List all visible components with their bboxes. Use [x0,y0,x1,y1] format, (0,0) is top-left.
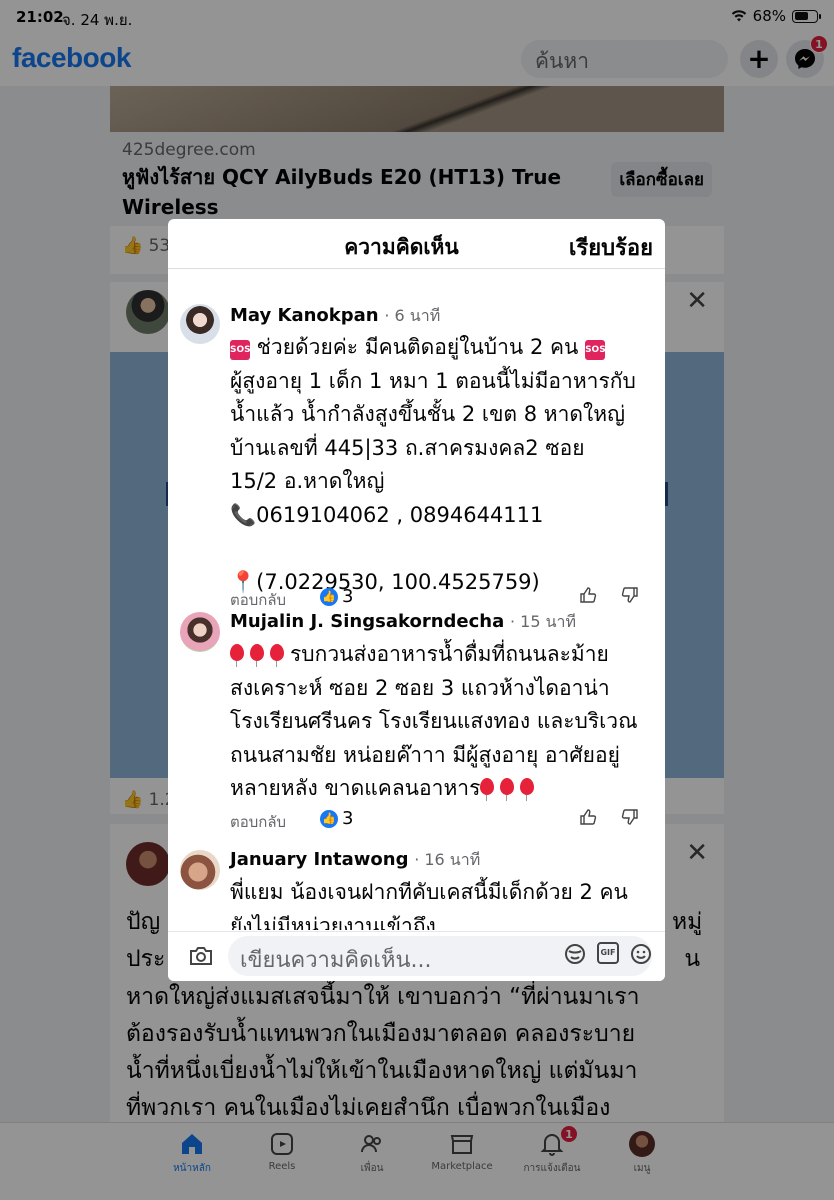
comment-like-count: 👍 3 [320,586,353,607]
modal-header: ความคิดเห็น เรียบร้อย [168,219,665,269]
thumbs-up-icon[interactable] [579,586,597,604]
commenter-name[interactable]: May Kanokpan [230,305,379,326]
balloon-icon [480,778,495,801]
reply-button[interactable]: ตอบกลับ [230,588,286,612]
comment-list[interactable]: May Kanokpan · 6 นาที SOS ช่วยด้วยค่ะ มี… [168,270,665,930]
sos-icon: SOS [230,340,251,360]
commenter-avatar[interactable] [180,612,220,652]
thumbs-up-icon[interactable] [579,808,597,826]
balloon-icon [500,778,515,801]
comment-time: · 16 นาที [414,850,481,869]
done-button[interactable]: เรียบร้อย [569,230,653,265]
comment-composer: เขียนความคิดเห็น... GIF [168,931,665,981]
comments-modal: ความคิดเห็น เรียบร้อย May Kanokpan · 6 น… [168,219,665,981]
balloon-icon [520,778,535,801]
comment-time: · 15 นาที [509,612,577,631]
comment-placeholder: เขียนความคิดเห็น... [240,948,432,973]
commenter-avatar[interactable] [180,850,220,890]
comment-text: รบกวนส่งอาหารน้ำดื่มที่ถนนละม้าย สงเคราะ… [230,642,638,801]
commenter-avatar[interactable] [180,304,220,344]
avatar-sticker-icon[interactable] [563,942,587,966]
balloon-icon [270,644,284,667]
balloon-icon [250,644,264,667]
reply-button[interactable]: ตอบกลับ [230,810,286,834]
comment-time: · 6 นาที [384,306,441,325]
camera-icon[interactable] [188,944,214,968]
comment-text: พี่แยม น้องเจนฝากทีคับเคสนี้มีเด็กด้วย 2… [230,880,628,930]
thumbs-down-icon[interactable] [621,808,639,826]
commenter-name[interactable]: Mujalin J. Singsakorndecha [230,611,504,632]
comment-like-count: 👍 3 [320,808,353,829]
like-icon: 👍 [320,587,338,606]
comment-text: SOS ช่วยด้วยค่ะ มีคนติดอยู่ในบ้าน 2 คน S… [230,335,636,594]
gif-icon[interactable]: GIF [597,942,619,964]
emoji-icon[interactable] [629,942,653,966]
sos-icon: SOS [585,340,606,360]
balloon-icon [230,644,244,667]
thumbs-down-icon[interactable] [621,586,639,604]
like-icon: 👍 [320,809,338,828]
commenter-name[interactable]: January Intawong [230,849,408,870]
